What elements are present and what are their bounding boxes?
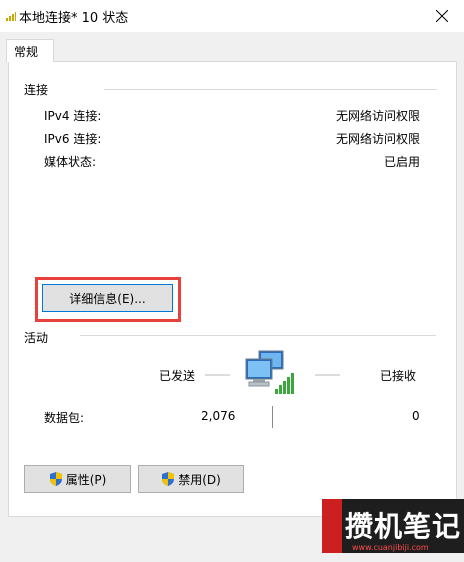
watermark-text: 攒机笔记: [345, 510, 462, 543]
activity-divider: [80, 335, 436, 336]
disable-label: 禁用(D): [178, 472, 221, 487]
received-label: 已接收: [380, 369, 417, 383]
ipv6-label: IPv6 连接:: [44, 132, 102, 146]
properties-label: 属性(P): [65, 472, 107, 487]
media-state-value: 已启用: [383, 155, 420, 169]
media-state-label: 媒体状态:: [44, 155, 97, 169]
watermark-logo: 攒机笔记 www.cuanjibiji.com: [322, 497, 464, 562]
window-title: 本地连接* 10 状态: [19, 11, 129, 26]
received-line: [315, 374, 340, 376]
uac-shield-icon: [49, 472, 62, 486]
close-icon: [436, 10, 448, 22]
tab-general-label: 常规: [14, 45, 39, 59]
packets-label: 数据包:: [44, 411, 85, 425]
network-signal-icon: [6, 11, 16, 21]
activity-heading: 活动: [24, 331, 49, 345]
ipv4-label: IPv4 连接:: [44, 109, 102, 123]
ipv4-value: 无网络访问权限: [335, 109, 420, 123]
tab-general[interactable]: 常规: [6, 39, 54, 62]
details-button[interactable]: 详细信息(E)...: [42, 284, 173, 312]
watermark-url: www.cuanjibiji.com: [352, 543, 429, 552]
packets-sent-value: 2,076: [201, 409, 236, 423]
connection-heading: 连接: [24, 83, 49, 97]
watermark-background: 攒机笔记 www.cuanjibiji.com: [322, 499, 464, 553]
network-computers-icon: [245, 350, 294, 394]
title-bar: 本地连接* 10 状态: [0, 0, 464, 32]
sent-label: 已发送: [159, 369, 196, 383]
uac-shield-icon: [162, 472, 175, 486]
connection-divider: [104, 89, 437, 90]
ipv6-value: 无网络访问权限: [335, 132, 420, 146]
close-button[interactable]: [420, 0, 464, 32]
sent-line: [205, 374, 230, 376]
disable-button[interactable]: 禁用(D): [138, 465, 244, 493]
properties-button[interactable]: 属性(P): [24, 465, 131, 493]
packets-received-value: 0: [412, 409, 420, 423]
packets-divider: [272, 406, 273, 428]
watermark-accent: [322, 499, 342, 553]
